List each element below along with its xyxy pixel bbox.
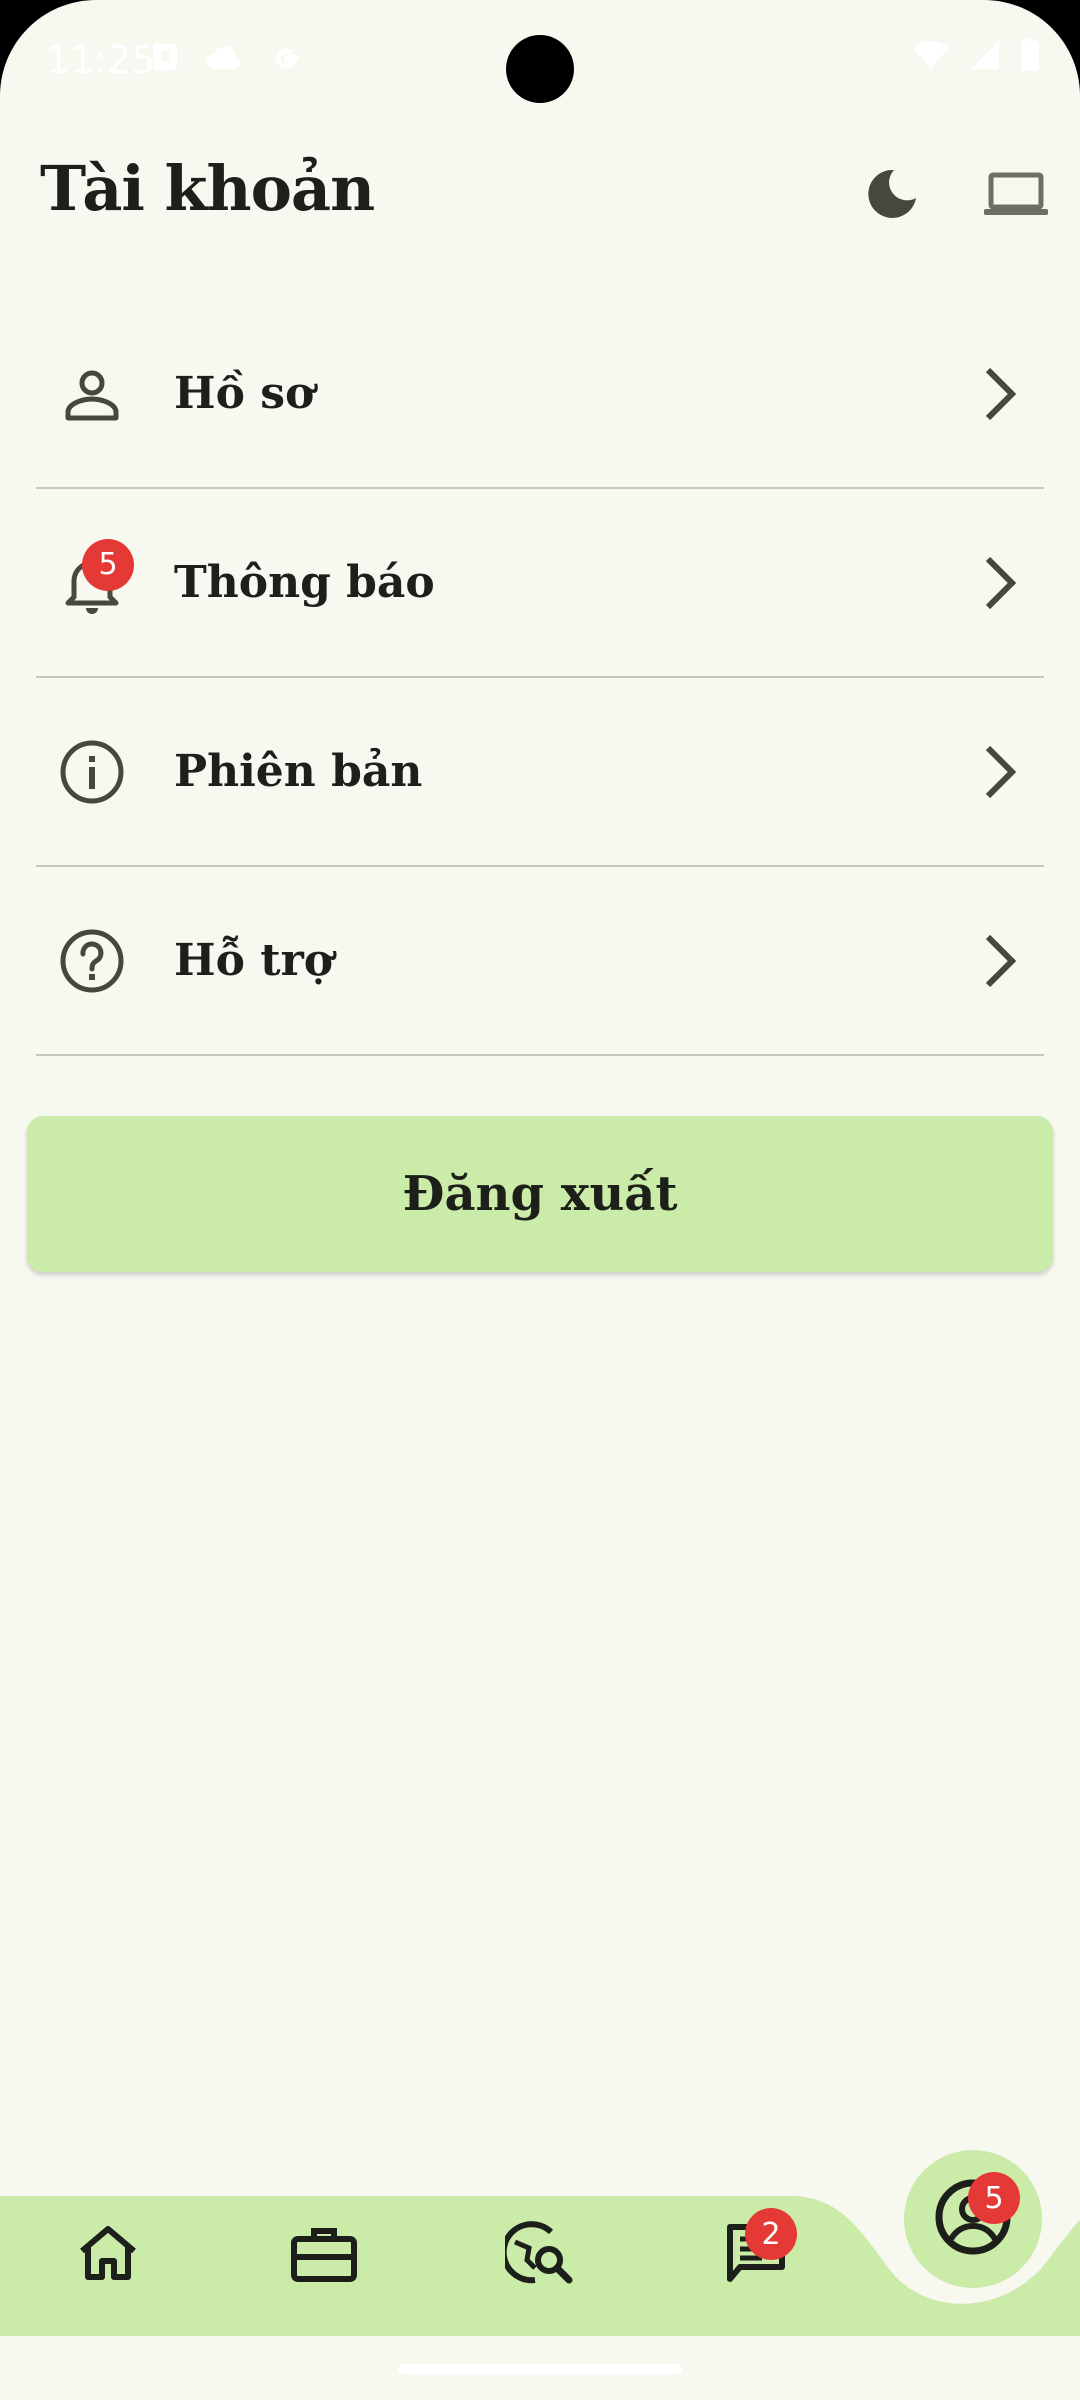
- device-settings-button[interactable]: [980, 160, 1052, 232]
- menu-item-label: Hồ sơ: [174, 368, 315, 419]
- help-icon: [56, 925, 128, 997]
- logout-label: Đăng xuất: [402, 1166, 678, 1222]
- app-screen: 11:25 Tài khoản Hồ sơ 5 Thông báo Phiên …: [0, 0, 1080, 2400]
- status-right-icons: [912, 38, 1040, 76]
- nav-messages[interactable]: 2: [711, 2208, 801, 2300]
- status-bar: 11:25: [0, 0, 1080, 120]
- menu-item-label: Phiên bản: [174, 746, 423, 797]
- battery-icon: [1020, 38, 1040, 76]
- account-menu: Hồ sơ 5 Thông báo Phiên bản Hỗ trợ: [36, 300, 1044, 1056]
- google-icon: [270, 40, 304, 78]
- person-icon: [56, 358, 128, 430]
- briefcase-icon: [290, 2223, 358, 2287]
- nav-home[interactable]: [63, 2210, 153, 2300]
- dark-mode-toggle-button[interactable]: [854, 160, 926, 232]
- menu-item-label: Hỗ trợ: [174, 935, 334, 986]
- front-camera: [506, 35, 574, 103]
- nav-jobs[interactable]: [279, 2210, 369, 2300]
- dark-mode-moon-icon: [860, 164, 920, 228]
- nav-account[interactable]: 5: [904, 2150, 1042, 2288]
- chevron-right-icon: [972, 359, 1028, 429]
- laptop-icon: [983, 169, 1049, 223]
- nav-explore[interactable]: [495, 2210, 585, 2300]
- bell-icon: 5: [56, 538, 134, 619]
- chevron-right-icon: [972, 737, 1028, 807]
- status-left-icons: [152, 40, 304, 78]
- status-time: 11:25: [46, 38, 156, 82]
- cell-signal-icon: [970, 40, 1000, 74]
- page-title: Tài khoản: [40, 152, 375, 225]
- wifi-icon: [912, 40, 950, 74]
- logout-button[interactable]: Đăng xuất: [27, 1116, 1053, 1272]
- cloud-icon: [204, 43, 244, 75]
- info-icon: [56, 736, 128, 808]
- chevron-right-icon: [972, 926, 1028, 996]
- home-icon: [76, 2223, 140, 2287]
- notification-badge: 5: [82, 538, 134, 591]
- travel-explore-icon: [500, 2220, 575, 2290]
- messages-badge: 2: [745, 2208, 797, 2260]
- menu-item-version[interactable]: Phiên bản: [36, 678, 1044, 867]
- menu-item-profile[interactable]: Hồ sơ: [36, 300, 1044, 489]
- account-badge: 5: [968, 2172, 1020, 2224]
- chevron-right-icon: [972, 548, 1028, 618]
- bottom-navigation: 2 5: [0, 2130, 1080, 2336]
- notification-square-icon: [152, 42, 178, 76]
- menu-item-label: Thông báo: [174, 557, 435, 608]
- menu-item-support[interactable]: Hỗ trợ: [36, 867, 1044, 1056]
- menu-item-notifications[interactable]: 5 Thông báo: [36, 489, 1044, 678]
- gesture-navigation-bar[interactable]: [398, 2364, 682, 2374]
